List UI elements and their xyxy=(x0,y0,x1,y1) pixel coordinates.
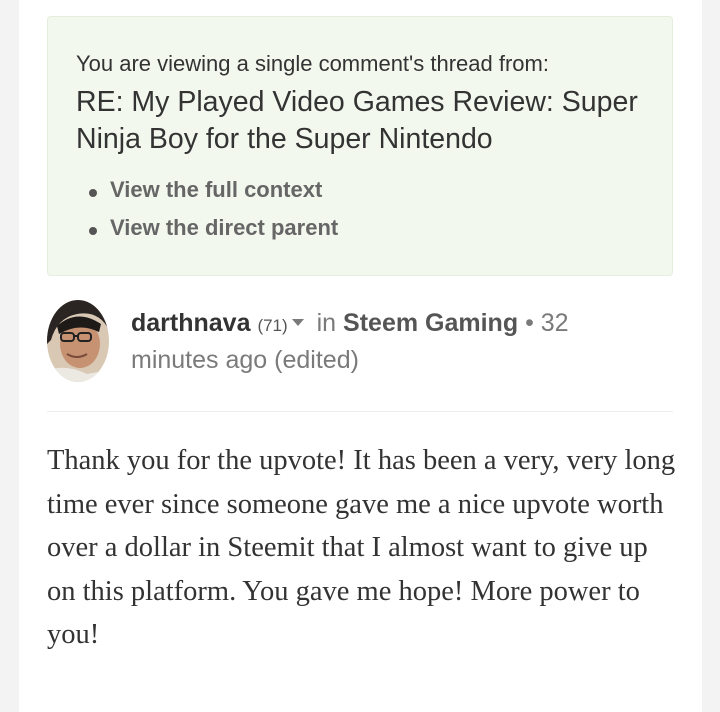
edited-label: (edited) xyxy=(274,346,359,374)
user-avatar-image xyxy=(47,300,109,382)
thread-parent-title[interactable]: RE: My Played Video Games Review: Super … xyxy=(76,84,656,158)
chevron-down-icon[interactable] xyxy=(291,319,304,327)
community-link[interactable]: Steem Gaming xyxy=(343,309,518,337)
in-label: in xyxy=(316,309,337,337)
list-item: View the full context xyxy=(84,177,338,215)
comment-body: Thank you for the upvote! It has been a … xyxy=(47,445,676,650)
meta-separator: • xyxy=(525,309,534,337)
avatar[interactable] xyxy=(47,300,109,382)
author-reputation: (71) xyxy=(257,316,288,335)
author-name[interactable]: darthnava xyxy=(131,309,250,337)
thread-notice: You are viewing a single comment's threa… xyxy=(47,16,673,276)
view-full-context-link[interactable]: View the full context xyxy=(110,177,322,202)
view-direct-parent-link[interactable]: View the direct parent xyxy=(110,215,338,240)
divider xyxy=(47,411,673,412)
list-item: View the direct parent xyxy=(84,215,338,253)
comment-page: You are viewing a single comment's threa… xyxy=(19,0,702,712)
comment-meta: darthnava (71) in Steem Gaming • 32 minu… xyxy=(131,306,631,378)
thread-links: View the full context View the direct pa… xyxy=(84,177,338,253)
thread-notice-intro: You are viewing a single comment's threa… xyxy=(76,51,549,76)
